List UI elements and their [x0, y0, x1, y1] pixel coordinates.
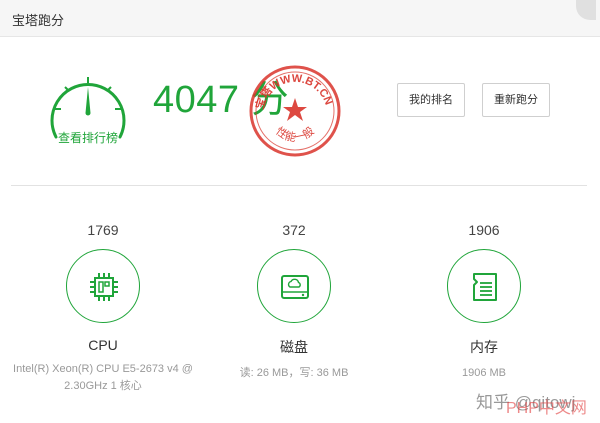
memory-score-item: 1906 内存 1906 MB: [394, 222, 574, 382]
disk-icon: [257, 249, 331, 323]
section-divider: [11, 185, 587, 186]
memory-icon: [447, 249, 521, 323]
rerun-benchmark-button[interactable]: 重新跑分: [482, 83, 550, 117]
dialog-titlebar: 宝塔跑分: [0, 0, 600, 37]
score-value: 4047: [153, 79, 240, 121]
view-ranking-link[interactable]: 查看排行榜: [46, 129, 130, 146]
dialog-title: 宝塔跑分: [12, 13, 65, 28]
disk-label: 磁盘: [280, 339, 308, 355]
my-ranking-button[interactable]: 我的排名: [397, 83, 465, 117]
disk-detail: 读: 26 MB，写: 36 MB: [239, 367, 349, 379]
svg-text:性能一般: 性能一般: [273, 124, 316, 145]
close-icon[interactable]: [576, 0, 596, 20]
watermark-overlay: PHP中文网: [506, 400, 587, 417]
performance-stamp-icon: 宝塔WWW.BT.CN 性能一般: [249, 65, 341, 157]
stamp-text-bottom: 性能一般: [273, 124, 316, 145]
memory-score-value: 1906: [468, 222, 500, 238]
cpu-detail: Intel(R) Xeon(R) CPU E5-2673 v4 @ 2.30GH…: [13, 363, 193, 392]
cpu-score-item: 1769 CPU Intel(R) Xeon(R) CPU E5-2673 v4…: [3, 222, 203, 395]
disk-score-value: 372: [282, 222, 306, 238]
disk-score-item: 372 磁盘 读: 26 MB，写: 36 MB: [204, 222, 384, 382]
cpu-icon: [66, 249, 140, 323]
cpu-label: CPU: [88, 337, 118, 353]
cpu-score-value: 1769: [87, 222, 119, 238]
memory-label: 内存: [470, 339, 498, 355]
memory-detail: 1906 MB: [461, 367, 507, 379]
